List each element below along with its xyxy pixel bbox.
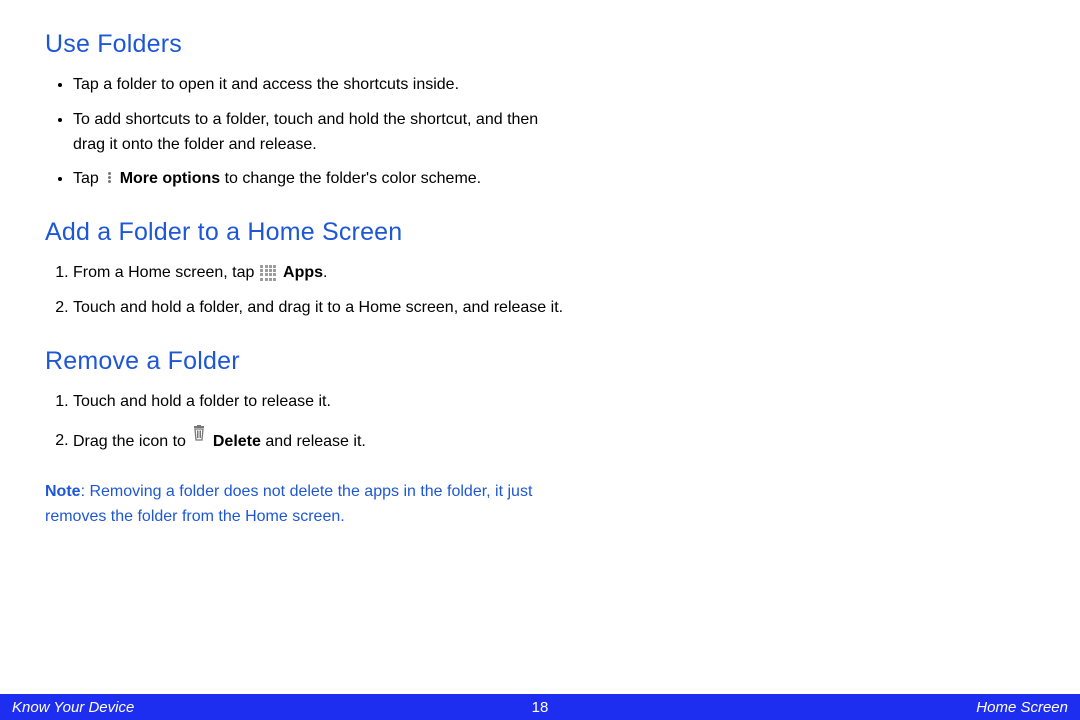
add-folder-steps: From a Home screen, tap Apps. Touch and … [45,261,565,321]
list-item-text: Touch and hold a folder to release it. [73,393,331,410]
apps-icon [260,264,277,281]
content-column: Use Folders Tap a folder to open it and … [45,30,565,530]
list-item-post: and release it. [261,432,366,449]
page-number: 18 [532,699,549,716]
footer-right: Home Screen [976,699,1068,716]
use-folders-list: Tap a folder to open it and access the s… [45,73,565,192]
page-footer: Know Your Device 18 Home Screen [0,694,1080,720]
list-item: Tap a folder to open it and access the s… [73,73,565,98]
list-item-pre: Tap [73,170,103,187]
section-heading-remove-folder: Remove a Folder [45,347,565,376]
list-item-text: Tap a folder to open it and access the s… [73,76,459,93]
list-item-bold: More options [120,170,220,187]
list-item-post: . [323,264,327,281]
section-heading-add-folder: Add a Folder to a Home Screen [45,218,565,247]
list-item-bold: Apps [283,264,323,281]
note-body: : Removing a folder does not delete the … [45,483,532,525]
more-options-icon [103,171,115,184]
list-item: To add shortcuts to a folder, touch and … [73,108,565,158]
document-page: Use Folders Tap a folder to open it and … [0,0,1080,720]
list-item-text: To add shortcuts to a folder, touch and … [73,111,538,153]
list-item: From a Home screen, tap Apps. [73,261,565,286]
list-item: Drag the icon to Delete and release it. [73,425,565,455]
trash-icon [192,425,206,450]
list-item: Tap More options to change the folder's … [73,167,565,192]
remove-folder-steps: Touch and hold a folder to release it. D… [45,390,565,454]
list-item: Touch and hold a folder, and drag it to … [73,296,565,321]
list-item-pre: Drag the icon to [73,432,190,449]
list-item-text: Touch and hold a folder, and drag it to … [73,299,563,316]
list-item-post: to change the folder's color scheme. [220,170,481,187]
note-text: Note: Removing a folder does not delete … [45,480,565,530]
list-item-bold: Delete [213,432,261,449]
note-label: Note [45,483,81,500]
list-item-pre: From a Home screen, tap [73,264,259,281]
list-item: Touch and hold a folder to release it. [73,390,565,415]
footer-left: Know Your Device [12,699,134,716]
section-heading-use-folders: Use Folders [45,30,565,59]
